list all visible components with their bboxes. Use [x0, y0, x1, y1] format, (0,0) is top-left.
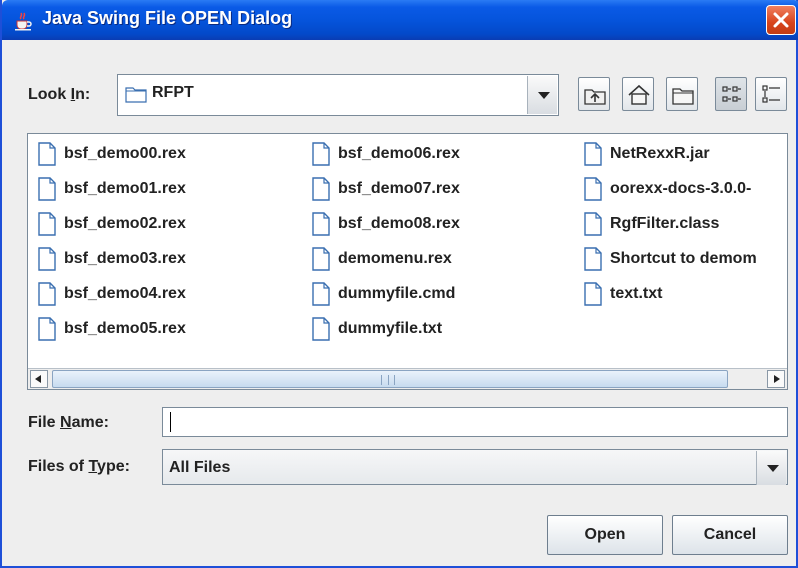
file-open-dialog: Java Swing File OPEN Dialog Look In: RFP…	[0, 0, 798, 568]
file-item[interactable]: bsf_demo02.rex	[38, 211, 186, 237]
files-of-type-combo[interactable]: All Files	[162, 449, 788, 485]
text-caret	[170, 412, 171, 432]
file-icon	[38, 212, 56, 236]
file-item[interactable]: RgfFilter.class	[584, 211, 719, 237]
file-icon	[312, 282, 330, 306]
file-name: Shortcut to demom	[610, 250, 757, 267]
open-button[interactable]: Open	[547, 515, 663, 555]
home-button[interactable]	[622, 77, 654, 111]
horizontal-scrollbar[interactable]	[28, 368, 787, 389]
file-icon	[584, 177, 602, 201]
file-icon	[312, 317, 330, 341]
files-of-type-label-suffix: ype:	[97, 458, 130, 475]
list-view-button[interactable]	[715, 77, 747, 111]
file-item[interactable]: bsf_demo01.rex	[38, 176, 186, 202]
file-item[interactable]: bsf_demo04.rex	[38, 281, 186, 307]
file-name: demomenu.rex	[338, 250, 452, 267]
file-item[interactable]: text.txt	[584, 281, 662, 307]
file-item[interactable]: bsf_demo03.rex	[38, 246, 186, 272]
files-of-type-label-mnemonic: T	[88, 458, 98, 475]
files-of-type-label-prefix: Files of	[28, 458, 89, 475]
title-bar[interactable]: Java Swing File OPEN Dialog	[2, 0, 798, 40]
file-name: bsf_demo00.rex	[64, 145, 186, 162]
file-icon	[38, 247, 56, 271]
file-item[interactable]: bsf_demo06.rex	[312, 141, 460, 167]
file-icon	[312, 142, 330, 166]
file-name: RgfFilter.class	[610, 215, 720, 232]
up-one-level-button[interactable]	[578, 77, 610, 111]
look-in-combo[interactable]: RFPT	[117, 74, 559, 116]
scroll-left-button[interactable]	[30, 370, 48, 388]
file-name-input[interactable]	[162, 407, 788, 437]
file-icon	[38, 317, 56, 341]
file-item[interactable]: demomenu.rex	[312, 246, 452, 272]
file-icon	[584, 212, 602, 236]
look-in-value: RFPT	[152, 84, 194, 101]
java-cup-icon	[15, 12, 32, 31]
file-name: bsf_demo03.rex	[64, 250, 186, 267]
file-item[interactable]: bsf_demo08.rex	[312, 211, 460, 237]
file-name: dummyfile.cmd	[338, 285, 456, 302]
scroll-thumb[interactable]	[52, 370, 728, 388]
files-of-type-dropdown-arrow[interactable]	[756, 451, 786, 485]
file-name: bsf_demo02.rex	[64, 215, 186, 232]
file-name-label-prefix: File	[28, 414, 61, 431]
file-icon	[312, 212, 330, 236]
window-title: Java Swing File OPEN Dialog	[42, 8, 293, 28]
file-item[interactable]: bsf_demo07.rex	[312, 176, 460, 202]
home-icon	[628, 84, 650, 105]
file-icon	[312, 177, 330, 201]
file-name: bsf_demo04.rex	[64, 285, 186, 302]
file-item[interactable]: dummyfile.txt	[312, 316, 442, 342]
file-name: bsf_demo07.rex	[338, 180, 460, 197]
file-item[interactable]: Shortcut to demom	[584, 246, 757, 272]
file-name: dummyfile.txt	[338, 320, 443, 337]
file-item[interactable]: bsf_demo05.rex	[38, 316, 186, 342]
file-name-label-mnemonic: N	[60, 414, 72, 431]
file-name: bsf_demo05.rex	[64, 320, 186, 337]
look-in-dropdown-arrow[interactable]	[527, 76, 557, 114]
file-item[interactable]: bsf_demo00.rex	[38, 141, 186, 167]
file-name: oorexx-docs-3.0.0-	[610, 180, 752, 197]
file-name-label: File Name:	[28, 414, 109, 432]
file-name: text.txt	[610, 285, 663, 302]
files-of-type-label: Files of Type:	[28, 458, 130, 476]
file-list[interactable]: bsf_demo00.rex bsf_demo01.rex bsf_demo02.r…	[27, 133, 788, 390]
folder-icon	[125, 87, 147, 103]
file-icon	[38, 142, 56, 166]
up-one-level-icon	[584, 89, 606, 105]
look-in-label: Look In:	[28, 86, 90, 104]
details-view-icon	[762, 85, 780, 103]
file-name: NetRexxR.jar	[610, 145, 710, 162]
file-icon	[312, 247, 330, 271]
file-icon	[38, 177, 56, 201]
file-name: bsf_demo06.rex	[338, 145, 460, 162]
look-in-label-prefix: Look	[28, 86, 71, 103]
new-folder-button[interactable]	[666, 77, 698, 111]
file-name: bsf_demo01.rex	[64, 180, 186, 197]
file-icon	[584, 282, 602, 306]
details-view-button[interactable]	[755, 77, 787, 111]
scroll-right-button[interactable]	[767, 370, 785, 388]
file-item[interactable]: oorexx-docs-3.0.0-	[584, 176, 751, 202]
file-item[interactable]: dummyfile.cmd	[312, 281, 455, 307]
files-of-type-value: All Files	[169, 459, 231, 476]
file-item[interactable]: NetRexxR.jar	[584, 141, 710, 167]
file-icon	[584, 142, 602, 166]
new-folder-icon	[672, 88, 694, 105]
close-icon	[773, 12, 789, 28]
file-name: bsf_demo08.rex	[338, 215, 460, 232]
scroll-grip	[381, 375, 395, 385]
close-button[interactable]	[766, 5, 796, 35]
cancel-button[interactable]: Cancel	[672, 515, 788, 555]
list-view-icon	[722, 86, 741, 102]
file-icon	[584, 247, 602, 271]
file-icon	[38, 282, 56, 306]
look-in-label-suffix: n:	[75, 86, 91, 103]
file-name-label-suffix: ame:	[71, 414, 109, 431]
